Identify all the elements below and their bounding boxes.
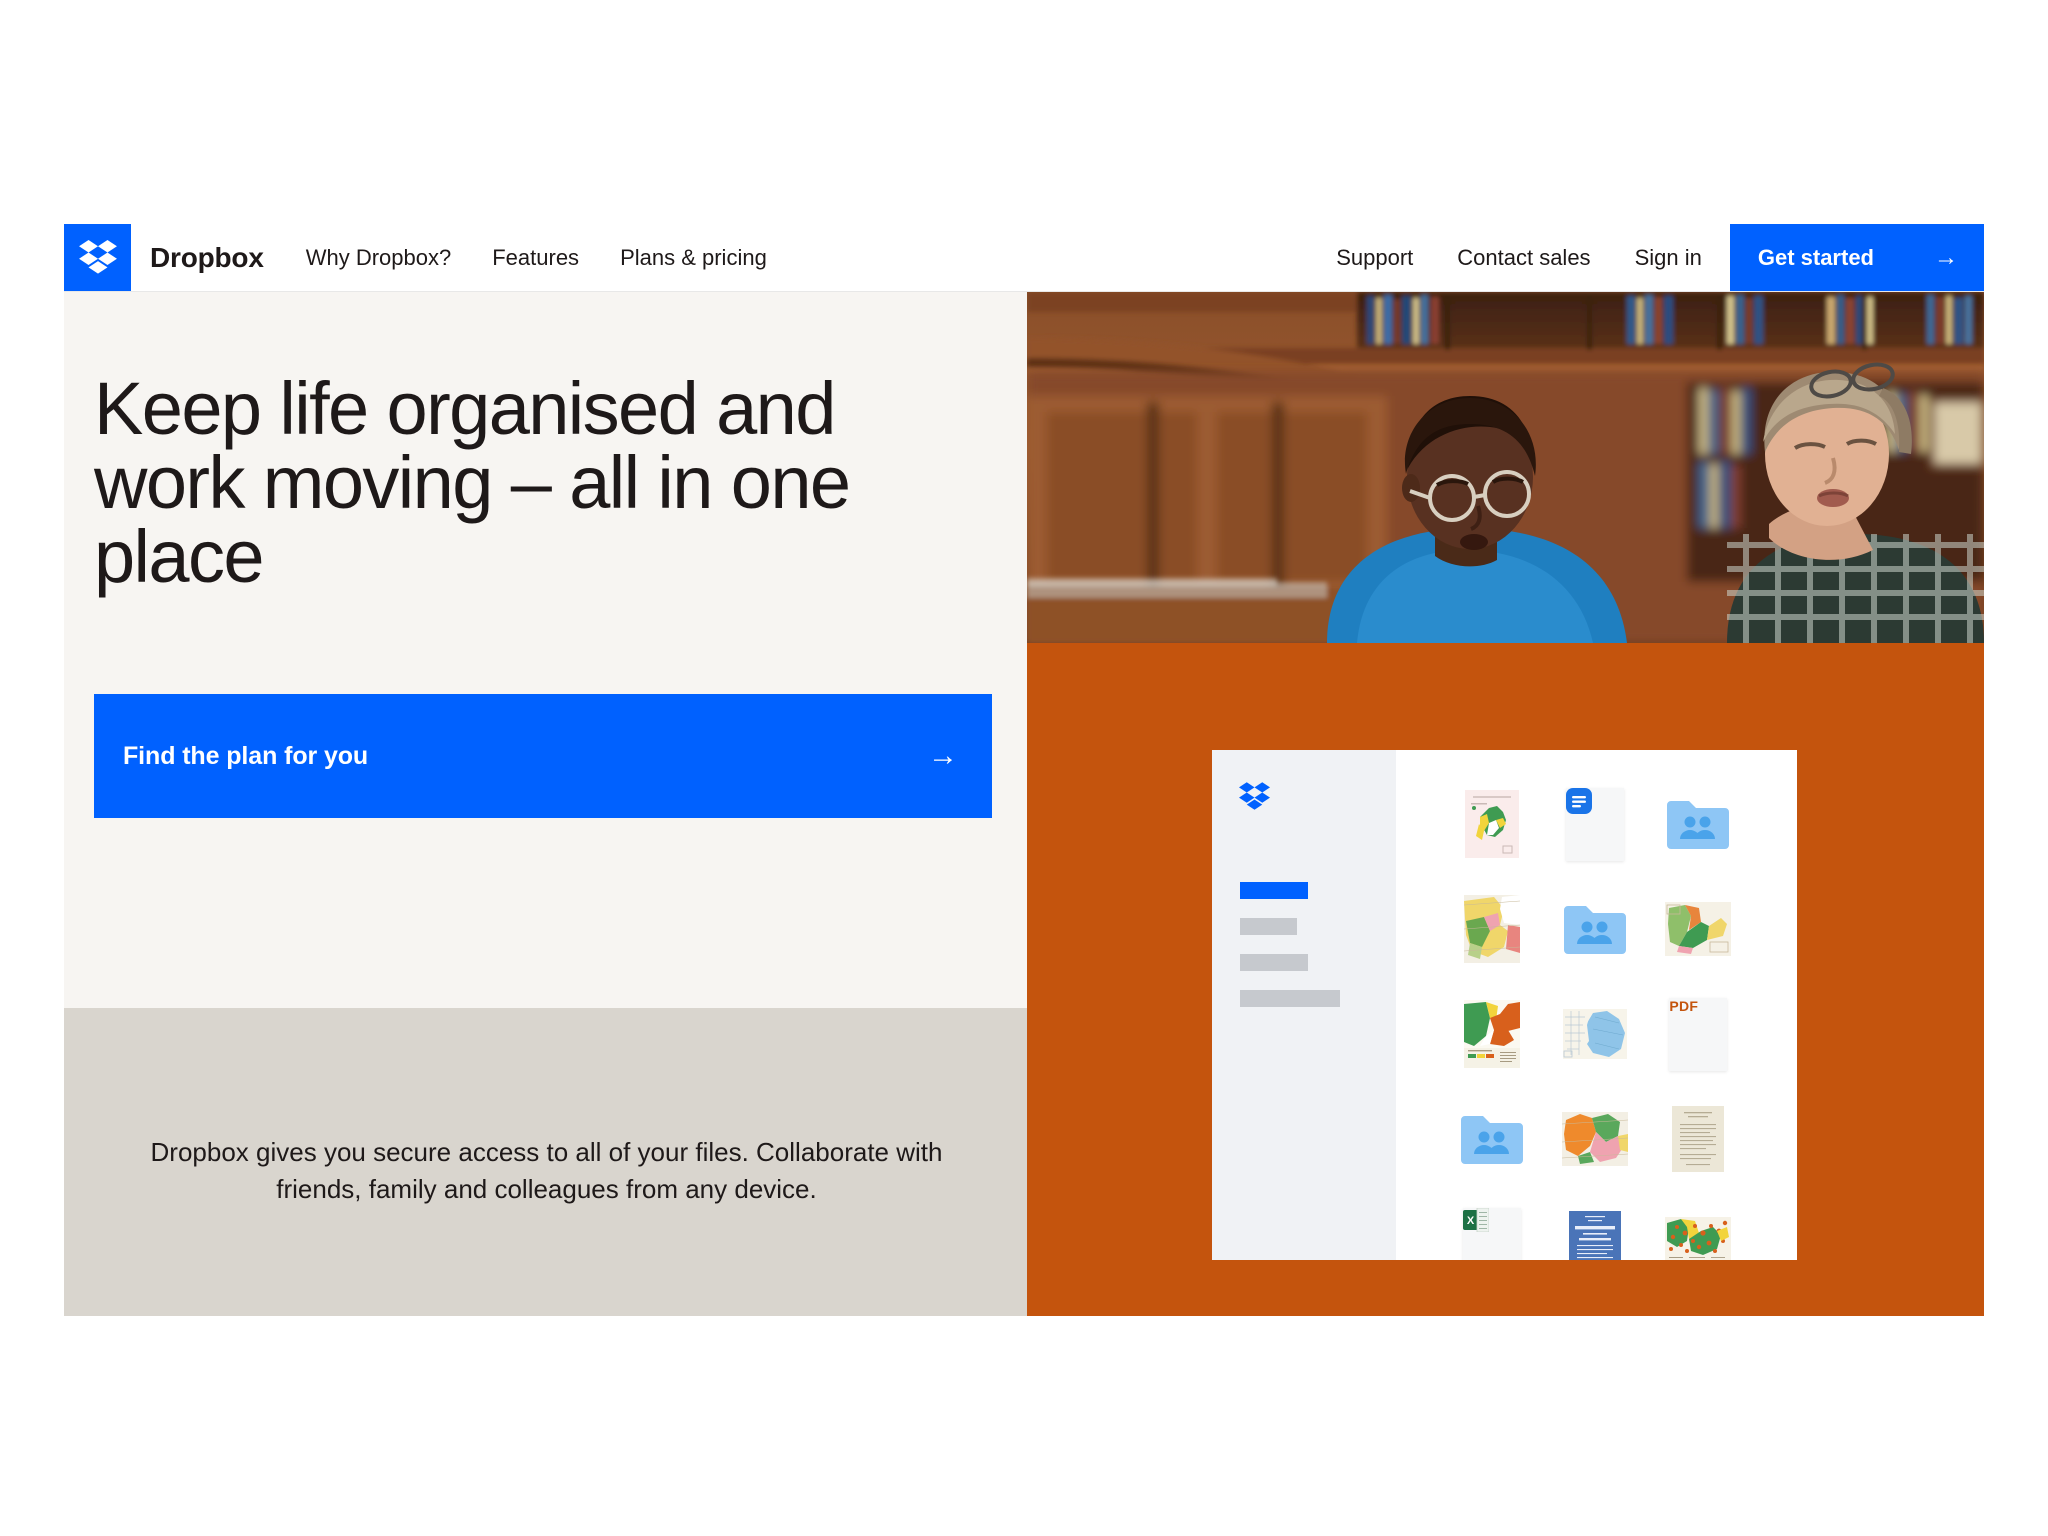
app-mockup-nav-item[interactable] (1240, 954, 1308, 971)
dropbox-logo-tile[interactable] (64, 224, 131, 291)
file-grid: PDF X (1440, 786, 1750, 1260)
hero-left-panel: Keep life organised and work moving – al… (64, 292, 1027, 1008)
find-the-plan-label: Find the plan for you (123, 741, 369, 770)
app-mockup-sidebar (1212, 750, 1396, 1260)
file-tile[interactable] (1665, 786, 1731, 862)
file-tile[interactable] (1459, 786, 1525, 862)
nav-link-why-dropbox[interactable]: Why Dropbox? (306, 245, 452, 271)
brand-name[interactable]: Dropbox (131, 224, 264, 291)
file-tile[interactable] (1562, 786, 1628, 862)
shared-folder-icon (1460, 1114, 1523, 1164)
file-tile[interactable]: PDF (1665, 996, 1731, 1072)
shared-folder-icon (1667, 799, 1730, 849)
excel-file-icon: X (1462, 1207, 1521, 1260)
nav-link-plans-pricing[interactable]: Plans & pricing (620, 245, 767, 271)
dropbox-paper-doc-icon (1565, 787, 1624, 861)
hero-description-text: Dropbox gives you secure access to all o… (150, 1137, 943, 1204)
app-mockup-nav-item[interactable] (1240, 918, 1297, 935)
file-tile[interactable] (1665, 1206, 1732, 1260)
dropbox-app-mockup: PDF X (1212, 750, 1797, 1260)
app-mockup-file-area: PDF X (1396, 750, 1797, 1260)
nav-link-contact-sales[interactable]: Contact sales (1457, 245, 1590, 271)
map-thumbnail (1665, 902, 1732, 956)
nav-link-support[interactable]: Support (1336, 245, 1413, 271)
page-title: Keep life organised and work moving – al… (94, 366, 851, 598)
site-navbar: Dropbox Why Dropbox? Features Plans & pr… (64, 224, 1984, 292)
nav-link-features[interactable]: Features (492, 245, 579, 271)
get-started-label: Get started (1757, 244, 1874, 270)
arrow-right-icon: → (928, 739, 958, 772)
file-tile[interactable]: X (1459, 1206, 1525, 1260)
map-thumbnail (1562, 1009, 1627, 1059)
blue-document-thumbnail (1568, 1211, 1621, 1260)
pdf-file-icon: PDF (1669, 997, 1728, 1071)
file-tile[interactable] (1459, 1101, 1525, 1177)
navbar-left-group: Dropbox Why Dropbox? Features Plans & pr… (64, 224, 767, 291)
app-mockup-panel: PDF X (1027, 643, 1984, 1316)
arrow-right-icon: → (1934, 243, 1958, 271)
file-tile[interactable] (1562, 996, 1628, 1072)
navbar-primary-links: Why Dropbox? Features Plans & pricing (306, 224, 767, 291)
hero-description-panel: Dropbox gives you secure access to all o… (64, 1008, 1027, 1316)
text-document-thumbnail (1672, 1106, 1725, 1172)
svg-text:X: X (1466, 1215, 1474, 1227)
file-tile[interactable] (1561, 1101, 1628, 1177)
nav-link-sign-in[interactable]: Sign in (1635, 245, 1702, 271)
map-thumbnail (1665, 1217, 1732, 1260)
map-thumbnail (1463, 895, 1520, 963)
get-started-button[interactable]: Get started → (1729, 224, 1984, 291)
file-tile[interactable] (1665, 891, 1732, 967)
app-mockup-nav-item-active[interactable] (1240, 882, 1308, 899)
web-page-viewport: Dropbox Why Dropbox? Features Plans & pr… (64, 224, 1984, 1316)
shared-folder-icon (1563, 904, 1626, 954)
map-thumbnail (1463, 1000, 1520, 1068)
navbar-secondary-links: Support Contact sales Sign in Get starte… (1336, 224, 1984, 291)
dropbox-logo-icon (1239, 782, 1270, 817)
find-the-plan-button[interactable]: Find the plan for you → (94, 694, 992, 818)
file-tile[interactable] (1562, 891, 1628, 967)
app-mockup-nav-item[interactable] (1240, 990, 1340, 1007)
map-thumbnail (1464, 790, 1519, 858)
library-collaboration-photo (1027, 292, 1984, 643)
file-tile[interactable] (1459, 891, 1525, 967)
file-tile[interactable] (1665, 1101, 1731, 1177)
app-mockup-nav-list (1240, 882, 1370, 1026)
dropbox-logo-icon (78, 239, 117, 276)
map-thumbnail (1561, 1112, 1628, 1166)
hero-section: Keep life organised and work moving – al… (64, 292, 1984, 1316)
file-tile[interactable] (1459, 996, 1525, 1072)
file-tile[interactable] (1562, 1206, 1628, 1260)
